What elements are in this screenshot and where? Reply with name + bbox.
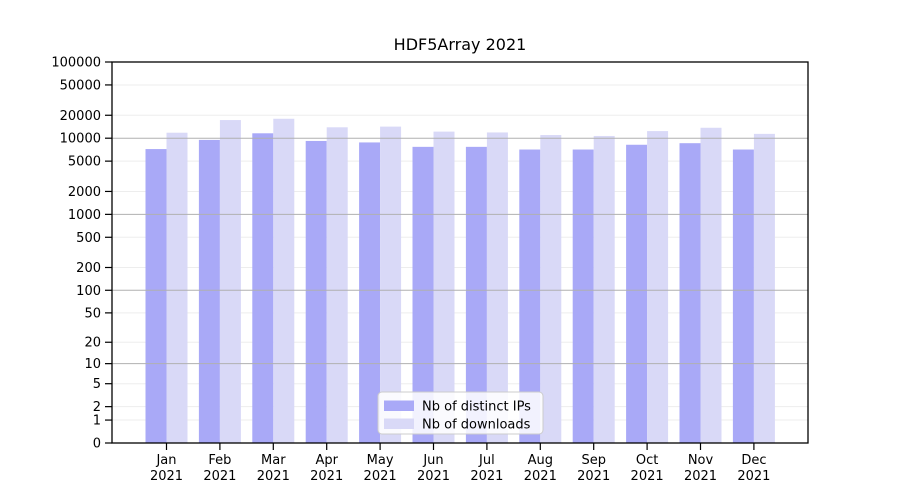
bar-distinct-ips	[626, 145, 647, 443]
bar-downloads	[647, 131, 668, 443]
x-tick-year-label: 2021	[577, 469, 610, 484]
download-stats-chart: 0 12 5 10 20 50 100 200 500 1000 2000 5000 10000 2000…	[0, 0, 900, 500]
y-tick-label: 100	[76, 284, 101, 299]
x-tick-month-label: Mar	[261, 453, 286, 468]
x-tick-month-label: Jun	[422, 453, 443, 468]
bar-downloads	[327, 127, 348, 443]
bar-distinct-ips	[306, 141, 327, 443]
y-tick-label: 10	[84, 357, 101, 372]
x-tick-year-label: 2021	[257, 469, 290, 484]
bar-distinct-ips	[359, 142, 380, 443]
y-tick-label: 50000	[60, 78, 101, 93]
y-tick-label: 100000	[51, 56, 101, 71]
x-tick-month-label: Aug	[528, 453, 553, 468]
bar-distinct-ips	[573, 150, 594, 443]
legend: Nb of distinct IPs Nb of downloads	[378, 392, 543, 434]
bar-downloads	[167, 133, 188, 443]
y-tick-label: 10000	[60, 132, 101, 147]
x-tick-year-label: 2021	[631, 469, 664, 484]
y-tick-label: 20	[84, 336, 101, 351]
y-tick-label: 5	[93, 377, 101, 392]
x-tick-month-label: Dec	[741, 453, 766, 468]
legend-label-downloads: Nb of downloads	[422, 418, 531, 433]
bar-distinct-ips	[680, 143, 701, 443]
y-tick-label: 2	[93, 400, 101, 415]
x-tick-month-label: May	[367, 453, 394, 468]
x-tick-month-label: Oct	[636, 453, 658, 468]
bar-distinct-ips	[146, 149, 167, 443]
x-tick-month-label: Jan	[155, 453, 176, 468]
bar-downloads	[220, 120, 241, 443]
x-tick-month-label: Sep	[581, 453, 606, 468]
x-tick-year-label: 2021	[737, 469, 770, 484]
y-tick-label: 2000	[68, 185, 101, 200]
x-tick-year-label: 2021	[364, 469, 397, 484]
x-tick-year-label: 2021	[524, 469, 557, 484]
x-tick-month-label: Feb	[208, 453, 231, 468]
legend-swatch-distinct-ips	[384, 401, 414, 412]
y-tick-label: 500	[76, 231, 101, 246]
chart-title: HDF5Array 2021	[394, 35, 527, 54]
bar-downloads	[273, 119, 294, 443]
bar-downloads	[701, 128, 722, 443]
x-tick-year-label: 2021	[150, 469, 183, 484]
x-tick-year-label: 2021	[203, 469, 236, 484]
x-tick-year-label: 2021	[310, 469, 343, 484]
x-tick-year-label: 2021	[470, 469, 503, 484]
bar-downloads	[754, 134, 775, 443]
x-tick-year-label: 2021	[417, 469, 450, 484]
bar-downloads	[594, 136, 615, 443]
y-tick-label: 50	[84, 306, 101, 321]
y-tick-label: 200	[76, 261, 101, 276]
y-tick-label: 0	[93, 437, 101, 452]
x-tick-month-label: Apr	[315, 453, 338, 468]
y-tick-label: 20000	[60, 109, 101, 124]
y-tick-label: 5000	[68, 155, 101, 170]
bar-distinct-ips	[252, 133, 273, 443]
x-tick-year-label: 2021	[684, 469, 717, 484]
bar-distinct-ips	[199, 140, 220, 443]
bar-distinct-ips	[733, 150, 754, 443]
x-tick-month-label: Jul	[478, 453, 495, 468]
legend-swatch-downloads	[384, 419, 414, 430]
legend-label-distinct-ips: Nb of distinct IPs	[422, 400, 531, 415]
y-tick-label: 1	[93, 414, 101, 429]
bar-chart-svg: 0 12 5 10 20 50 100 200 500 1000 2000 5000 10000 2000…	[0, 0, 900, 500]
x-tick-month-label: Nov	[688, 453, 714, 468]
y-tick-label: 1000	[68, 208, 101, 223]
